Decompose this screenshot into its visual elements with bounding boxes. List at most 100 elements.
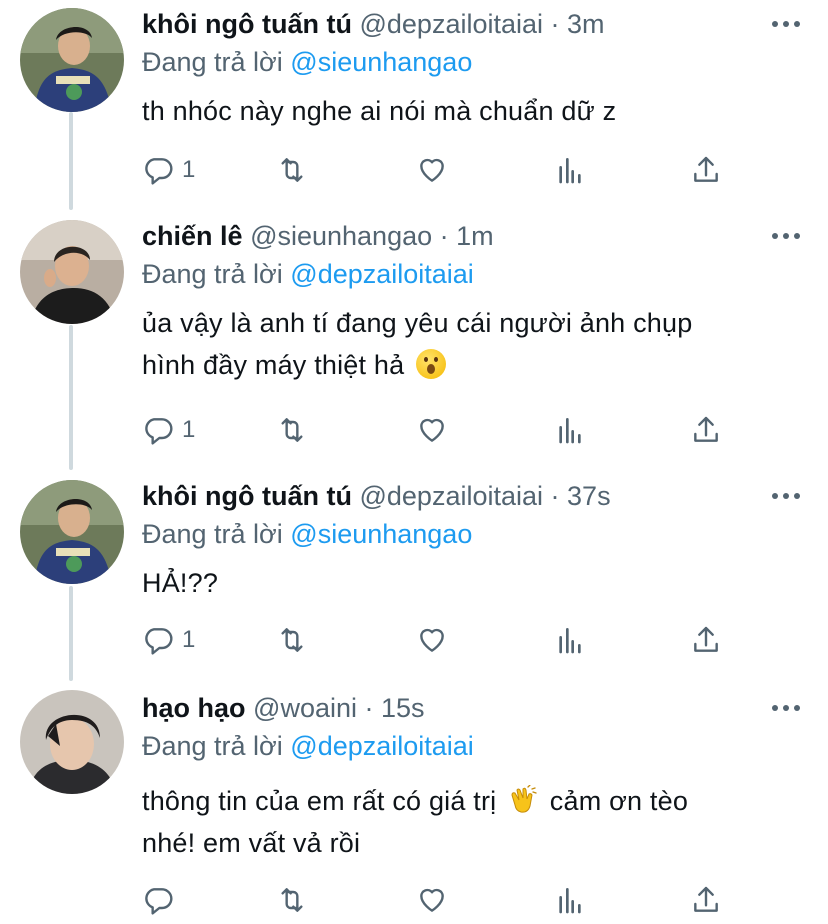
mention-link[interactable]: @sieunhangao [290, 519, 472, 549]
retweet-button[interactable] [276, 620, 308, 660]
replying-to: Đang trả lời @sieunhangao [142, 516, 472, 552]
mention-link[interactable]: @depzailoitaiai [290, 731, 474, 761]
analytics-icon [559, 158, 581, 184]
tweet-text: HẢ!?? [142, 562, 782, 604]
retweet-icon [281, 888, 303, 912]
reply-icon [145, 628, 173, 655]
tweet-text-line-1: thông tin của em rất có giá trị cảm ơn t… [142, 780, 782, 822]
tweet-header: hạo hạo @woaini · 15s [142, 690, 425, 726]
action-bar [142, 880, 742, 920]
share-icon [694, 416, 718, 442]
tweet[interactable]: khôi ngô tuấn tú @depzailoitaiai · 3m Đa… [0, 0, 828, 210]
replying-to: Đang trả lời @depzailoitaiai [142, 256, 474, 292]
action-bar: 1 [142, 150, 742, 190]
heart-icon [420, 158, 444, 182]
heart-icon [420, 888, 444, 912]
more-icon[interactable] [772, 232, 800, 240]
reply-count: 1 [182, 416, 196, 443]
mention-link[interactable]: @sieunhangao [290, 47, 472, 77]
replying-prefix: Đang trả lời [142, 731, 283, 761]
timestamp[interactable]: 1m [456, 221, 494, 251]
tweet-text-line: HẢ!?? [142, 568, 219, 598]
share-button[interactable] [690, 880, 722, 920]
reply-icon [145, 418, 173, 445]
avatar-photo [20, 690, 124, 794]
like-button[interactable] [416, 880, 448, 920]
analytics-button[interactable] [554, 150, 586, 190]
username[interactable]: @depzailoitaiai [359, 9, 543, 39]
mention-link[interactable]: @depzailoitaiai [290, 259, 474, 289]
share-button[interactable] [690, 150, 722, 190]
username[interactable]: @woaini [253, 693, 357, 723]
analytics-icon [559, 888, 581, 914]
tweet-header: khôi ngô tuấn tú @depzailoitaiai · 37s [142, 478, 611, 514]
share-button[interactable] [690, 620, 722, 660]
avatar[interactable] [20, 220, 124, 324]
timestamp[interactable]: 3m [567, 9, 605, 39]
hushed-face-emoji-icon [416, 349, 447, 379]
replying-prefix: Đang trả lời [142, 47, 283, 77]
avatar[interactable] [20, 8, 124, 112]
tweet-text-segment: cảm ơn tèo [549, 786, 689, 816]
tweet-text-line: hình đầy máy thiệt hả [142, 350, 405, 380]
separator: · [550, 481, 560, 511]
more-icon[interactable] [772, 492, 800, 500]
tweet[interactable]: hạo hạo @woaini · 15s Đang trả lời @depz… [0, 684, 828, 924]
tweet[interactable]: khôi ngô tuấn tú @depzailoitaiai · 37s Đ… [0, 472, 828, 682]
tweet[interactable]: chiến lê @sieunhangao · 1m Đang trả lời … [0, 212, 828, 472]
display-name[interactable]: hạo hạo [142, 693, 246, 723]
retweet-button[interactable] [276, 150, 308, 190]
retweet-button[interactable] [276, 410, 308, 450]
tweet-header: khôi ngô tuấn tú @depzailoitaiai · 3m [142, 6, 605, 42]
more-icon[interactable] [772, 704, 800, 712]
avatar-photo [20, 480, 124, 584]
tweet-text: ủa vậy là anh tí đang yêu cái người ảnh … [142, 302, 782, 386]
replying-to: Đang trả lời @depzailoitaiai [142, 728, 474, 764]
more-icon[interactable] [772, 20, 800, 28]
reply-button[interactable]: 1 [142, 620, 195, 660]
timestamp[interactable]: 37s [567, 481, 611, 511]
replying-prefix: Đang trả lời [142, 259, 283, 289]
like-button[interactable] [416, 410, 448, 450]
separator: · [439, 221, 449, 251]
display-name[interactable]: khôi ngô tuấn tú [142, 481, 352, 511]
display-name[interactable]: chiến lê [142, 221, 243, 251]
action-bar: 1 [142, 410, 742, 450]
retweet-icon [281, 628, 303, 652]
tweet-text-line: ủa vậy là anh tí đang yêu cái người ảnh … [142, 308, 693, 338]
avatar[interactable] [20, 690, 124, 794]
analytics-icon [559, 418, 581, 444]
avatar-photo [20, 8, 124, 112]
share-button[interactable] [690, 410, 722, 450]
heart-icon [420, 628, 444, 652]
retweet-icon [281, 418, 303, 442]
reply-count: 1 [182, 626, 196, 653]
like-button[interactable] [416, 620, 448, 660]
clapping-hands-emoji-icon [511, 785, 537, 813]
analytics-button[interactable] [554, 410, 586, 450]
tweet-text-segment: thông tin của em rất có giá trị [142, 786, 497, 816]
timestamp[interactable]: 15s [381, 693, 425, 723]
action-bar: 1 [142, 620, 742, 660]
avatar[interactable] [20, 480, 124, 584]
analytics-icon [559, 628, 581, 654]
display-name[interactable]: khôi ngô tuấn tú [142, 9, 352, 39]
analytics-button[interactable] [554, 620, 586, 660]
analytics-button[interactable] [554, 880, 586, 920]
username[interactable]: @depzailoitaiai [359, 481, 543, 511]
tweet-text-line: nhé! em vất vả rồi [142, 828, 361, 858]
share-icon [694, 156, 718, 182]
tweet-text-line: th nhóc này nghe ai nói mà chuẩn dữ z [142, 96, 617, 126]
reply-button[interactable]: 1 [142, 410, 195, 450]
share-icon [694, 626, 718, 652]
replying-prefix: Đang trả lời [142, 519, 283, 549]
retweet-button[interactable] [276, 880, 308, 920]
tweet-text: th nhóc này nghe ai nói mà chuẩn dữ z [142, 90, 782, 132]
replying-to: Đang trả lời @sieunhangao [142, 44, 472, 80]
like-button[interactable] [416, 150, 448, 190]
reply-button[interactable]: 1 [142, 150, 195, 190]
share-icon [694, 886, 718, 912]
reply-button[interactable] [142, 880, 174, 920]
retweet-icon [281, 158, 303, 182]
username[interactable]: @sieunhangao [250, 221, 432, 251]
